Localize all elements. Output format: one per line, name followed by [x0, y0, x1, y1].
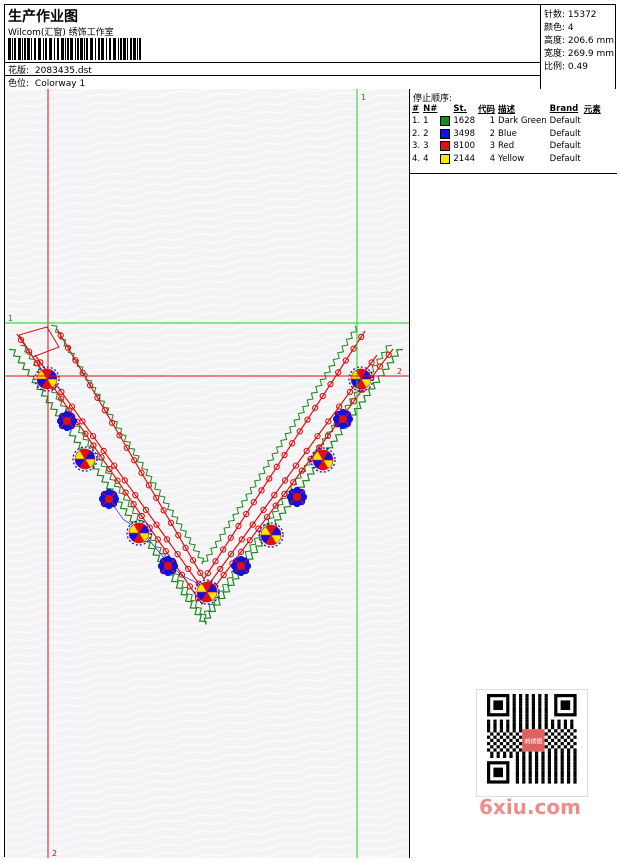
row-swatch: [440, 115, 453, 128]
column-header: 元素: [583, 105, 601, 115]
row-number: 4: [423, 153, 429, 164]
embroidery-design: 1 1 2 2: [5, 89, 409, 858]
row-code: 4: [489, 153, 496, 164]
embroidery-canvas[interactable]: 1 1 2 2: [5, 89, 410, 858]
row-stitches: 1628: [453, 116, 476, 127]
row-description: Blue: [498, 128, 517, 139]
production-sheet: 生产作业图 Wilcom(汇窗) 绣饰工作室 花版: 2083435.dst 色…: [4, 4, 617, 858]
colorway-field: 色位: Colorway 1: [8, 76, 85, 89]
green-guide-label: 1: [8, 314, 13, 323]
color-count: 颜色: 4: [544, 23, 574, 33]
row-swatch: [440, 153, 453, 166]
color-swatch: [440, 153, 451, 164]
color-swatch: [440, 116, 451, 126]
column-header: 描述: [498, 105, 516, 115]
row-index: 3.: [412, 141, 421, 152]
row-stitches: 2144: [453, 153, 476, 164]
row-code: 3: [489, 141, 496, 152]
column-header: Brand: [549, 104, 579, 114]
flower-motif: [286, 486, 308, 508]
row-index: 4.: [412, 153, 421, 164]
row-number: 1: [423, 116, 429, 127]
row-index: 1.: [412, 116, 421, 127]
row-brand: Default: [549, 153, 581, 164]
fabric-texture: [5, 89, 409, 858]
row-element: [584, 128, 604, 141]
table-row: 3. 3 8100 3 Red Default: [412, 140, 604, 153]
row-brand: Default: [549, 128, 581, 139]
color-swatch: [440, 128, 451, 139]
design-scale: 比例: 0.49: [544, 62, 588, 72]
flower-motif: [98, 488, 120, 510]
design-height: 高度: 206.6 mm: [544, 36, 615, 46]
sheet-title: 生产作业图: [8, 9, 78, 25]
table-row: 4. 4 2144 4 Yellow Default: [412, 153, 604, 166]
colorway-label: 色位:: [8, 79, 30, 89]
flower-motif: [332, 408, 354, 430]
row-description: Red: [498, 141, 515, 152]
stop-sequence-table: # N# St. 代码 描述 Brand 元素 1. 1 1628 1 Dark Gre…: [412, 103, 604, 165]
panel-divider: [410, 173, 617, 174]
table-header-row: # N# St. 代码 描述 Brand 元素: [412, 103, 604, 115]
column-header: [440, 103, 453, 115]
row-element: [584, 153, 604, 166]
row-number: 2: [423, 128, 429, 139]
colorway-value: Colorway 1: [34, 79, 86, 89]
design-width: 宽度: 269.9 mm: [544, 49, 615, 59]
row-brand: Default: [549, 141, 581, 152]
header-divider: [5, 75, 541, 76]
company-name: Wilcom(汇窗) 绣饰工作室: [8, 28, 114, 38]
barcode: [8, 38, 141, 60]
row-code: 1: [489, 116, 496, 127]
column-header: #: [412, 104, 420, 114]
color-swatch: [440, 141, 451, 151]
flower-motif: [230, 555, 252, 577]
column-header: N#: [423, 104, 438, 114]
row-brand: Default: [549, 116, 581, 127]
design-stats: 针数: 15372 颜色: 4 高度: 206.6 mm 宽度: 269.9 m…: [540, 5, 617, 89]
row-stitches: 3498: [453, 128, 476, 139]
row-code: 2: [489, 128, 496, 139]
row-description: Dark Green: [498, 116, 547, 127]
red-guide-label: 2: [52, 849, 57, 858]
green-guide-label: 1: [361, 93, 366, 102]
stitch-count: 针数: 15372: [544, 10, 597, 20]
flower-motif: [157, 555, 179, 577]
qr-code: 刺绣图: [476, 689, 588, 797]
row-swatch: [440, 140, 453, 153]
sheet-header: 生产作业图 Wilcom(汇窗) 绣饰工作室 花版: 2083435.dst 色…: [5, 5, 541, 89]
row-element: [584, 140, 604, 153]
watermark: 6xiu.com: [479, 795, 581, 819]
row-swatch: [440, 128, 453, 141]
row-number: 3: [423, 141, 429, 152]
row-element: [584, 115, 604, 128]
row-index: 2.: [412, 128, 421, 139]
table-row: 2. 2 3498 2 Blue Default: [412, 128, 604, 141]
column-header: 代码: [478, 105, 496, 115]
red-guide-label: 2: [397, 367, 402, 376]
column-header: St.: [453, 104, 467, 114]
qr-badge: 刺绣图: [524, 738, 542, 746]
table-row: 1. 1 1628 1 Dark Green Default: [412, 115, 604, 128]
row-stitches: 8100: [453, 141, 476, 152]
row-description: Yellow: [498, 153, 525, 164]
flower-motif: [56, 410, 78, 432]
